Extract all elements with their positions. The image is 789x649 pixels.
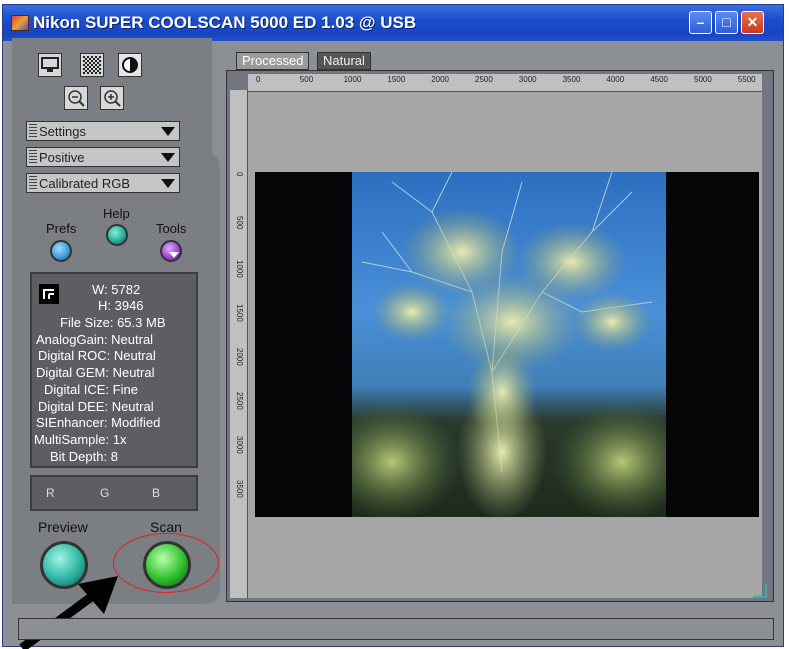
maximize-button[interactable]: □ <box>715 11 738 34</box>
minimize-button[interactable]: – <box>689 11 712 34</box>
window-title: Nikon SUPER COOLSCAN 5000 ED 1.03 @ USB <box>33 13 417 32</box>
ruler-tick-label: 0 <box>235 172 244 177</box>
info-multisample: MultiSample: 1x <box>34 432 127 447</box>
ruler-tick-label: 500 <box>299 75 314 84</box>
ruler-tick-label: 3500 <box>235 480 244 498</box>
film-type-dropdown[interactable]: Positive <box>26 147 180 167</box>
info-digital-dee: Digital DEE: Neutral <box>38 399 154 414</box>
ruler-tick-label: 4500 <box>650 75 668 84</box>
status-bar <box>18 618 774 640</box>
settings-dropdown[interactable]: Settings <box>26 121 180 141</box>
dropdown-grip <box>29 124 37 138</box>
ruler-tick-label: 5000 <box>694 75 712 84</box>
chevron-down-icon <box>161 153 175 162</box>
info-digital-roc: Digital ROC: Neutral <box>38 348 156 363</box>
app-icon <box>11 15 29 31</box>
ruler-tick-label: 2500 <box>235 392 244 410</box>
tree-photo-image <box>352 172 666 517</box>
ruler-tick-label: 1500 <box>235 304 244 322</box>
help-label: Help <box>103 206 130 221</box>
ruler-tick-label: 2500 <box>475 75 493 84</box>
ruler-tick-label: 1000 <box>235 260 244 278</box>
resize-corner-icon[interactable] <box>753 584 767 598</box>
preview-image[interactable] <box>352 172 666 517</box>
ruler-tick-label: 4000 <box>606 75 625 84</box>
rgb-readout: R G B <box>30 475 198 511</box>
info-height: H: 3946 <box>98 298 144 313</box>
close-button[interactable]: ✕ <box>741 11 764 34</box>
ruler-tick-label: 2000 <box>431 75 449 84</box>
ruler-tick-label: 0 <box>256 75 261 84</box>
tools-button[interactable] <box>160 240 182 262</box>
help-button[interactable] <box>106 224 128 246</box>
info-analog-gain: AnalogGain: Neutral <box>36 332 154 347</box>
prefs-label: Prefs <box>46 221 77 236</box>
horizontal-ruler: 0 500 1000 1500 2000 2500 3000 3500 4000 4500 5000… <box>248 74 762 92</box>
ruler-tick-label: 3000 <box>518 75 537 84</box>
info-bit-depth: Bit Depth: 8 <box>50 449 118 464</box>
maximize-icon: □ <box>722 14 731 30</box>
rgb-g-label: G <box>100 486 110 500</box>
vertical-ruler: 0 500 1000 1500 2000 2500 3000 3500 <box>230 90 248 598</box>
ruler-tick-label: 3000 <box>235 436 244 454</box>
info-digital-gem: Digital GEM: Neutral <box>36 365 155 380</box>
film-type-dropdown-label: Positive <box>39 150 85 165</box>
checkerboard-icon[interactable] <box>80 53 104 77</box>
ruler-tick-label: 2000 <box>235 348 244 366</box>
info-width: W: 5782 <box>92 282 141 297</box>
tab-natural[interactable]: Natural <box>317 52 371 70</box>
color-space-dropdown[interactable]: Calibrated RGB <box>26 173 180 193</box>
contrast-icon[interactable] <box>118 53 142 77</box>
color-space-dropdown-label: Calibrated RGB <box>39 176 131 191</box>
ruler-tick-label: 1500 <box>387 75 406 84</box>
preview-label: Preview <box>38 519 88 535</box>
ruler-tick-label: 3500 <box>562 75 581 84</box>
dropdown-grip <box>29 176 37 190</box>
chevron-down-icon <box>161 127 175 136</box>
minimize-icon: – <box>696 14 705 30</box>
info-digital-ice: Digital ICE: Fine <box>44 382 138 397</box>
crop-orientation-icon <box>39 284 59 304</box>
zoom-in-icon[interactable] <box>100 86 124 110</box>
tools-label: Tools <box>156 221 187 236</box>
rgb-b-label: B <box>152 486 161 500</box>
prefs-button[interactable] <box>50 240 72 262</box>
ruler-tick-label: 500 <box>235 216 244 230</box>
rgb-r-label: R <box>46 486 55 500</box>
close-icon: ✕ <box>746 14 759 30</box>
zoom-out-icon[interactable] <box>64 86 88 110</box>
dropdown-grip <box>29 150 37 164</box>
chevron-down-icon <box>169 252 179 258</box>
ruler-tick-label: 1000 <box>343 75 362 84</box>
title-bar[interactable]: Nikon SUPER COOLSCAN 5000 ED 1.03 @ USB … <box>3 5 783 41</box>
ruler-tick-label: 5500 <box>737 75 756 84</box>
chevron-down-icon <box>161 179 175 188</box>
settings-dropdown-label: Settings <box>39 124 86 139</box>
scan-info-panel: W: 5782 H: 3946 File Size: 65.3 MB Analo… <box>30 272 198 468</box>
tab-processed[interactable]: Processed <box>236 52 310 70</box>
info-file-size: File Size: 65.3 MB <box>60 315 166 330</box>
info-si-enhancer: SIEnhancer: Modified <box>36 415 161 430</box>
monitor-icon[interactable] <box>38 53 62 77</box>
